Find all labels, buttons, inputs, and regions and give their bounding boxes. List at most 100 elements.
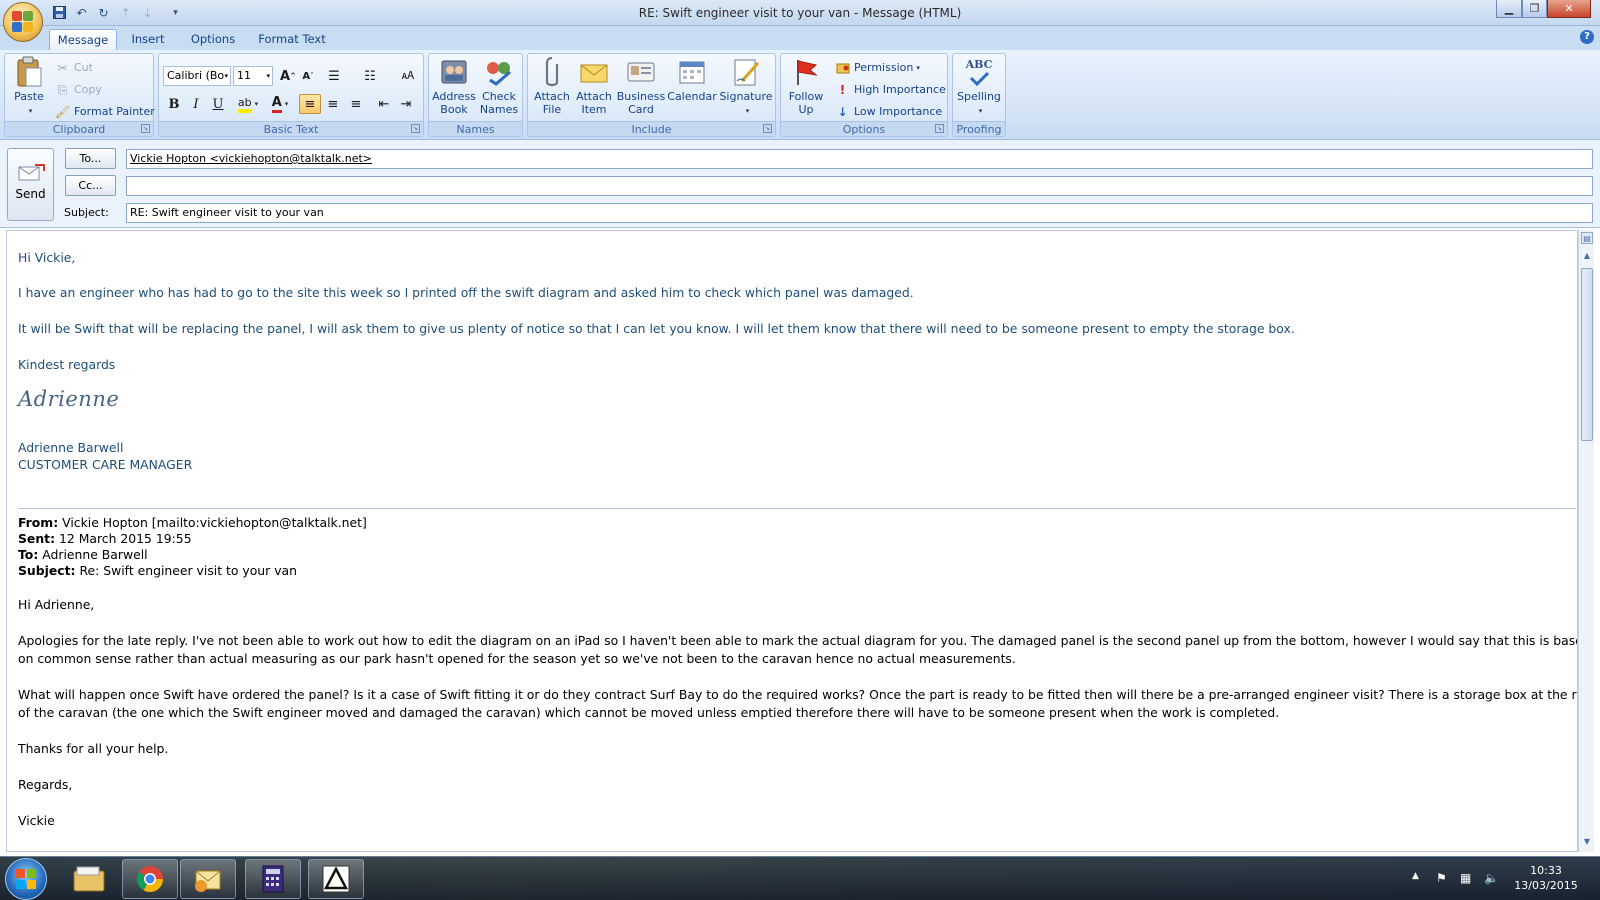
system-clock[interactable]: 10:33 13/03/2015 — [1510, 863, 1582, 893]
permission-icon — [835, 61, 850, 76]
numbering-icon[interactable]: ☷ — [359, 66, 381, 86]
cc-button[interactable]: Cc... — [65, 175, 116, 196]
vertical-scrollbar[interactable]: ▤ ▲ ▼ — [1578, 230, 1594, 852]
font-size-combo[interactable]: 11 ▾ — [233, 66, 273, 86]
dialog-launcher-icon[interactable]: ↘ — [411, 124, 420, 133]
tab-options[interactable]: Options — [182, 29, 244, 50]
basic-text-label: Basic Text — [159, 121, 423, 136]
office-button[interactable] — [3, 2, 43, 42]
dialog-launcher-icon[interactable]: ↘ — [935, 124, 944, 133]
font-name-combo[interactable]: Calibri (Bo ▾ — [163, 66, 231, 86]
to-recipient[interactable]: Vickie Hopton <vickiehopton@talktalk.net… — [130, 152, 372, 165]
cut-button[interactable]: ✂ Cut — [55, 58, 93, 78]
grow-font-icon[interactable]: A ^ — [277, 66, 299, 86]
calculator-icon[interactable] — [245, 859, 301, 899]
options-label: Options — [781, 121, 947, 136]
ruler-toggle-icon[interactable]: ▤ — [1581, 232, 1593, 244]
attach-file-button[interactable]: Attach File — [532, 56, 572, 116]
scroll-down-icon[interactable]: ▼ — [1581, 836, 1593, 848]
brush-icon: 🖌 — [54, 105, 71, 119]
start-button[interactable] — [5, 858, 47, 900]
attach-item-button[interactable]: Attach Item — [574, 56, 614, 116]
tab-format-text[interactable]: Format Text — [254, 29, 330, 50]
shrink-font-icon[interactable]: Aˇ — [297, 66, 319, 86]
cc-field[interactable] — [126, 176, 1593, 196]
font-color-icon[interactable]: A ▾ — [265, 94, 295, 114]
copy-button[interactable]: ⎘ Copy — [55, 80, 102, 100]
align-left-icon[interactable]: ≡ — [299, 94, 321, 114]
body-closing: Kindest regards — [18, 357, 116, 372]
basic-text-group: Calibri (Bo ▾ 11 ▾ A ^ Aˇ ☰ ☷ 🗚 B I U ab ▾ A… — [158, 53, 424, 137]
options-group: Follow Up▾ Permission▾ !High Importance … — [780, 53, 948, 137]
paperclip-icon — [536, 56, 568, 88]
redo-icon[interactable]: ↻ — [96, 5, 111, 20]
quoted-regards: Regards, — [18, 777, 73, 792]
align-right-icon[interactable]: ≡ — [345, 94, 367, 114]
reply-divider — [18, 508, 1576, 509]
decrease-indent-icon[interactable]: ⇤ — [373, 94, 395, 114]
tray-expand-icon[interactable]: ▲ — [1412, 871, 1419, 881]
tab-message[interactable]: Message — [49, 29, 117, 50]
action-center-flag-icon[interactable]: ⚑ — [1436, 871, 1447, 885]
save-icon[interactable] — [52, 5, 67, 20]
spelling-button[interactable]: ABC Spelling ▾ — [955, 56, 1003, 118]
permission-button[interactable]: Permission ▾ — [835, 58, 920, 78]
signature-title: CUSTOMER CARE MANAGER — [18, 457, 193, 472]
chrome-icon[interactable] — [122, 859, 178, 899]
down-arrow-icon[interactable]: ⇣ — [140, 5, 155, 20]
explorer-icon[interactable] — [61, 859, 117, 899]
subject-field[interactable]: RE: Swift engineer visit to your van — [126, 203, 1593, 223]
paste-button[interactable]: Paste ▾ — [9, 56, 49, 118]
undo-icon[interactable]: ↶ — [74, 5, 89, 20]
quoted-paragraph: on common sense rather than actual measu… — [18, 651, 1016, 666]
quoted-paragraph: Apologies for the late reply. I've not b… — [18, 633, 1578, 648]
business-card-button[interactable]: Business Card▾ — [616, 56, 666, 131]
styles-icon[interactable]: 🗚 — [397, 66, 419, 86]
flag-icon — [790, 56, 822, 88]
business-card-icon — [625, 56, 657, 88]
dialog-launcher-icon[interactable]: ↘ — [763, 124, 772, 133]
quoted-thanks: Thanks for all your help. — [18, 741, 169, 756]
send-mail-icon — [17, 163, 45, 183]
bullets-icon[interactable]: ☰ — [323, 66, 345, 86]
bold-icon[interactable]: B — [163, 94, 185, 114]
outlook-icon[interactable] — [180, 859, 236, 899]
italic-icon[interactable]: I — [185, 94, 207, 114]
minimize-button[interactable]: ▁ — [1496, 0, 1522, 18]
signature-button[interactable]: Signature ▾ — [718, 56, 774, 118]
help-icon[interactable]: ? — [1580, 30, 1594, 44]
quoted-name: Vickie — [18, 813, 55, 828]
to-button[interactable]: To... — [65, 148, 116, 169]
increase-indent-icon[interactable]: ⇥ — [395, 94, 417, 114]
scroll-up-icon[interactable]: ▲ — [1581, 250, 1593, 262]
window-title: RE: Swift engineer visit to your van - M… — [638, 6, 962, 20]
close-button[interactable]: ✕ — [1547, 0, 1591, 18]
to-field[interactable]: Vickie Hopton <vickiehopton@talktalk.net… — [126, 149, 1593, 169]
address-book-icon — [438, 56, 470, 88]
highlight-icon[interactable]: ab ▾ — [233, 94, 263, 114]
names-label: Names — [429, 121, 522, 136]
volume-icon[interactable]: 🔈 — [1484, 871, 1499, 885]
tab-insert[interactable]: Insert — [124, 29, 172, 50]
check-names-button[interactable]: Check Names — [477, 56, 521, 116]
calendar-button[interactable]: Calendar — [666, 56, 718, 103]
send-button[interactable]: Send — [7, 148, 54, 221]
network-icon[interactable]: ▦ — [1460, 871, 1471, 885]
maximize-button[interactable]: ❐ — [1522, 0, 1547, 18]
address-book-button[interactable]: Address Book — [432, 56, 476, 116]
follow-up-button[interactable]: Follow Up▾ — [784, 56, 828, 131]
spelling-check-icon: ABC — [963, 56, 995, 88]
adobe-reader-icon[interactable] — [308, 859, 364, 899]
dialog-launcher-icon[interactable]: ↘ — [141, 124, 150, 133]
customize-icon[interactable]: ▾ — [168, 5, 183, 20]
underline-icon[interactable]: U — [207, 94, 229, 114]
up-arrow-icon[interactable]: ⇡ — [118, 5, 133, 20]
scroll-thumb[interactable] — [1581, 268, 1593, 441]
format-painter-button[interactable]: 🖌 Format Painter — [55, 102, 155, 122]
clipboard-group: Paste ▾ ✂ Cut ⎘ Copy 🖌 Format Painter Clipbo… — [4, 53, 155, 137]
high-importance-button[interactable]: ! High Importance — [835, 80, 946, 100]
align-center-icon[interactable]: ≡ — [322, 94, 344, 114]
low-importance-button[interactable]: ↓ Low Importance — [835, 102, 942, 122]
title-bar: RE: Swift engineer visit to your van - M… — [0, 0, 1600, 26]
message-body[interactable]: Hi Vickie, I have an engineer who has ha… — [6, 230, 1578, 852]
